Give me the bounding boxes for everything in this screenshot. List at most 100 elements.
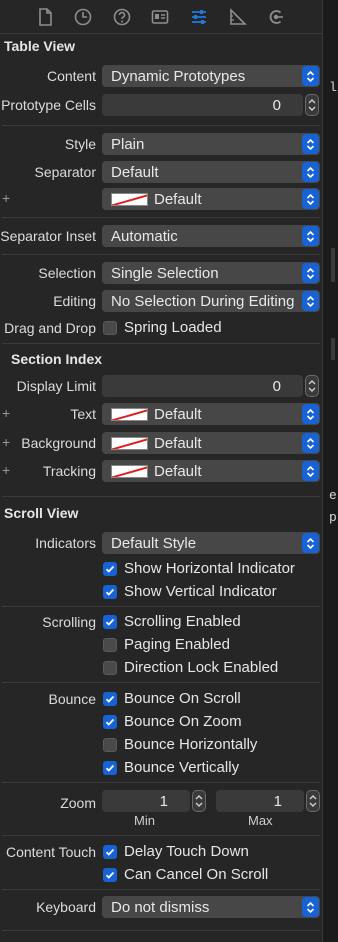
checkmark-icon: [103, 691, 117, 706]
separator-color-popup[interactable]: Default: [102, 188, 320, 210]
zoom-max-caption: Max: [248, 813, 273, 828]
editing-popup[interactable]: No Selection During Editing: [102, 290, 320, 312]
style-label: Style: [64, 136, 96, 152]
display-limit-stepper[interactable]: [305, 375, 319, 397]
chevron-up-down-icon: [302, 461, 319, 481]
paging-enabled-checkbox[interactable]: Paging Enabled: [103, 636, 230, 653]
delay-touch-down-checkbox[interactable]: Delay Touch Down: [103, 843, 249, 860]
chevron-up-down-icon: [302, 226, 319, 246]
text-color-popup[interactable]: Default: [102, 403, 320, 425]
indicators-value: Default Style: [111, 534, 197, 552]
chevron-up-down-icon: [302, 404, 319, 424]
color-swatch: [111, 407, 148, 421]
separator-label: Separator: [34, 164, 96, 180]
size-icon[interactable]: [227, 6, 249, 28]
file-icon[interactable]: [34, 6, 56, 28]
separator-color-value: Default: [154, 190, 202, 208]
style-popup[interactable]: Plain: [102, 133, 320, 155]
show-horizontal-indicator-checkbox[interactable]: Show Horizontal Indicator: [103, 560, 295, 577]
connections-icon[interactable]: [265, 6, 287, 28]
divider: [2, 125, 320, 126]
checkbox-unchecked-icon: [103, 660, 117, 675]
text-color-value: Default: [154, 405, 202, 423]
divider: [2, 682, 320, 683]
background-color-popup[interactable]: Default: [102, 432, 320, 454]
selection-label: Selection: [38, 265, 96, 281]
separator-inset-popup[interactable]: Automatic: [102, 225, 320, 247]
plus-icon[interactable]: +: [2, 434, 10, 450]
can-cancel-on-scroll-checkbox[interactable]: Can Cancel On Scroll: [103, 866, 268, 883]
indicators-label: Indicators: [35, 535, 96, 551]
bounce-horizontally-checkbox[interactable]: Bounce Horizontally: [103, 736, 257, 753]
selection-popup[interactable]: Single Selection: [102, 262, 320, 284]
display-limit-label: Display Limit: [16, 378, 96, 394]
zoom-max-stepper[interactable]: [306, 790, 320, 812]
divider: [2, 217, 320, 218]
indicators-popup[interactable]: Default Style: [102, 532, 320, 554]
zoom-min-stepper[interactable]: [192, 790, 206, 812]
bounce-vertically-checkbox[interactable]: Bounce Vertically: [103, 759, 239, 776]
color-swatch: [111, 464, 148, 478]
plus-icon[interactable]: +: [2, 190, 10, 206]
zoom-label: Zoom: [60, 795, 96, 811]
content-popup[interactable]: Dynamic Prototypes: [102, 65, 320, 87]
identity-icon[interactable]: [149, 6, 171, 28]
scroll-thumb[interactable]: [331, 248, 335, 282]
checkmark-icon: [103, 584, 117, 599]
direction-lock-checkbox[interactable]: Direction Lock Enabled: [103, 659, 278, 676]
bounce-horizontally-label: Bounce Horizontally: [124, 736, 258, 753]
bounce-on-zoom-label: Bounce On Zoom: [124, 713, 242, 730]
separator-value: Default: [111, 163, 159, 181]
paging-enabled-label: Paging Enabled: [124, 636, 230, 653]
chevron-up-down-icon: [302, 897, 319, 917]
spring-loaded-checkbox[interactable]: Spring Loaded: [103, 319, 222, 336]
tracking-color-value: Default: [154, 462, 202, 480]
editor-edge: li e p: [322, 0, 338, 942]
divider: [2, 496, 320, 497]
zoom-min-value: 1: [159, 792, 168, 810]
history-icon[interactable]: [72, 6, 94, 28]
bounce-on-zoom-checkbox[interactable]: Bounce On Zoom: [103, 713, 242, 730]
checkbox-unchecked-icon: [103, 637, 117, 652]
editor-text-fragment: li: [329, 80, 338, 95]
content-label: Content: [46, 68, 96, 84]
bounce-on-scroll-label: Bounce On Scroll: [124, 690, 241, 707]
scroll-thumb[interactable]: [331, 338, 335, 360]
tracking-color-popup[interactable]: Default: [102, 460, 320, 482]
prototype-cells-stepper[interactable]: [305, 94, 319, 116]
divider: [2, 930, 320, 931]
checkmark-icon: [103, 561, 117, 576]
chevron-up-down-icon: [302, 291, 319, 311]
zoom-max-field[interactable]: 1: [216, 790, 304, 812]
can-cancel-on-scroll-label: Can Cancel On Scroll: [124, 866, 269, 883]
prototype-cells-field[interactable]: 0: [102, 94, 303, 116]
plus-icon[interactable]: +: [2, 462, 10, 478]
spring-loaded-label: Spring Loaded: [124, 319, 222, 336]
show-vertical-indicator-checkbox[interactable]: Show Vertical Indicator: [103, 583, 277, 600]
keyboard-popup[interactable]: Do not dismiss: [102, 896, 320, 918]
separator-popup[interactable]: Default: [102, 161, 320, 183]
bounce-on-scroll-checkbox[interactable]: Bounce On Scroll: [103, 690, 241, 707]
inspector-toolbar: [0, 0, 322, 34]
bounce-label: Bounce: [48, 691, 96, 707]
zoom-max-value: 1: [273, 792, 282, 810]
scrolling-enabled-checkbox[interactable]: Scrolling Enabled: [103, 613, 241, 630]
prototype-cells-label: Prototype Cells: [1, 97, 96, 113]
display-limit-field[interactable]: 0: [102, 375, 303, 397]
checkmark-icon: [103, 614, 117, 629]
delay-touch-down-label: Delay Touch Down: [124, 843, 249, 860]
plus-icon[interactable]: +: [2, 405, 10, 421]
content-touch-label: Content Touch: [5, 844, 96, 860]
tracking-color-label: Tracking: [42, 463, 96, 479]
help-icon[interactable]: [111, 6, 133, 28]
chevron-up-down-icon: [302, 433, 319, 453]
checkmark-icon: [103, 760, 117, 775]
attributes-icon[interactable]: [188, 6, 210, 28]
divider: [2, 835, 320, 836]
checkbox-unchecked-icon: [103, 320, 117, 335]
bounce-vertically-label: Bounce Vertically: [124, 759, 240, 776]
zoom-min-field[interactable]: 1: [102, 790, 190, 812]
checkbox-unchecked-icon: [103, 737, 117, 752]
chevron-up-down-icon: [302, 162, 319, 182]
prototype-cells-value: 0: [272, 96, 281, 114]
